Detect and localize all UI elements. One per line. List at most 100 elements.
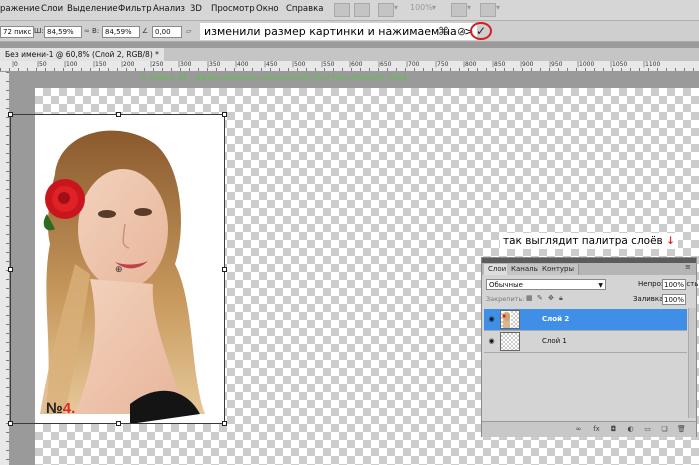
menu-image[interactable]: ражение [0, 4, 40, 14]
horizontal-ruler: |0 |50 |100 |150 |200 |250 |300 |350 |40… [0, 61, 699, 72]
new-group-icon[interactable]: ▭ [643, 425, 652, 434]
lock-transparency-icon[interactable]: ▦ [526, 294, 534, 302]
fill-field[interactable]: 100% [662, 294, 686, 305]
transform-handle-bottom-right[interactable] [222, 421, 227, 426]
ruler-label: |200 [121, 61, 135, 68]
chevron-down-icon[interactable]: ▾ [467, 3, 471, 12]
annotation-note-resize: изменили размер картинки и нажимаем на -… [200, 23, 478, 40]
chevron-down-icon[interactable]: ▾ [496, 3, 500, 12]
bridge-icon[interactable] [334, 3, 350, 17]
height-scale-field[interactable]: 84,59% [102, 26, 140, 38]
transform-handle-left[interactable] [8, 267, 13, 272]
fill-label: Заливка: [633, 295, 666, 303]
menu-3d[interactable]: 3D [190, 4, 202, 14]
extras-icon[interactable] [378, 3, 394, 17]
layer-mask-icon[interactable]: ◘ [609, 425, 618, 434]
ruler-label: |0 [12, 61, 18, 68]
screen-mode-icon[interactable] [480, 3, 496, 17]
layer-thumbnail [500, 332, 520, 351]
menu-help[interactable]: Справка [286, 4, 323, 14]
chevron-down-icon: ▼ [598, 282, 603, 289]
panel-tabs: Слои Каналы Контуры ≡ [482, 263, 696, 275]
step-digit: 4. [62, 400, 76, 417]
panel-menu-icon[interactable]: ≡ [685, 263, 691, 271]
ruler-label: |800 [463, 61, 477, 68]
ruler-label: |650 [378, 61, 392, 68]
ruler-label: |1000 [577, 61, 595, 68]
transform-handle-right[interactable] [222, 267, 227, 272]
annotation-note-layers: так выглядит палитра слоёв ↓ [500, 233, 678, 249]
commit-transform-button[interactable]: ✓ [470, 22, 492, 40]
transform-handle-bottom-left[interactable] [8, 421, 13, 426]
transform-handle-bottom[interactable] [116, 421, 121, 426]
ruler-label: |450 [264, 61, 278, 68]
link-layers-icon[interactable]: ∞ [574, 425, 583, 434]
ruler-label: |100 [64, 61, 78, 68]
rotate-angle-icon: ∠ [142, 27, 149, 35]
ruler-label: |400 [235, 61, 249, 68]
layer-name[interactable]: Слой 1 [542, 337, 567, 345]
chevron-down-icon[interactable]: ▾ [394, 3, 398, 12]
ruler-label: |350 [207, 61, 221, 68]
portrait-thumbnail-icon [502, 311, 511, 328]
x-position-field[interactable]: 72 пикс [0, 26, 34, 38]
reference-point-icon[interactable]: ⊕ [115, 265, 123, 275]
ruler-label: |300 [178, 61, 192, 68]
lock-paint-icon[interactable]: ✎ [537, 294, 545, 302]
watermark-text: © Алёна_48 - www.liveinternet.ru/users/5… [140, 73, 407, 82]
ruler-label: |1050 [610, 61, 628, 68]
tab-paths[interactable]: Контуры [538, 264, 580, 275]
checkmark-icon: ✓ [475, 24, 487, 38]
visibility-eye-icon[interactable]: ◉ [486, 315, 497, 324]
layer-row[interactable]: ◉ Слой 1 [484, 331, 687, 353]
menu-view[interactable]: Просмотр [211, 4, 255, 14]
ruler-label: |700 [406, 61, 420, 68]
blend-mode-value: Обычные [489, 281, 523, 289]
menu-window[interactable]: Окно [256, 4, 279, 14]
menu-analysis[interactable]: Анализ [153, 4, 185, 14]
layer-style-icon[interactable]: fx [592, 425, 601, 434]
document-tab[interactable]: Без имени-1 @ 60,8% (Слой 2, RGB/8) * [0, 48, 164, 61]
step-number-label: №4. [46, 400, 75, 417]
free-transform-bounding-box[interactable]: ⊕ [8, 112, 227, 426]
ruler-label: |250 [150, 61, 164, 68]
chevron-down-icon[interactable]: ▾ [432, 3, 436, 12]
menu-filter[interactable]: Фильтр [118, 4, 152, 14]
blend-mode-select[interactable]: Обычные ▼ [486, 279, 606, 290]
trash-icon[interactable]: 🗑︎ [677, 425, 686, 434]
zoom-level[interactable]: 100% [410, 3, 433, 12]
skew-icon: ▱ [186, 27, 192, 35]
opacity-field[interactable]: 100% [662, 279, 686, 290]
transform-handle-top[interactable] [116, 112, 121, 117]
panel-scrollbar[interactable] [688, 308, 696, 418]
width-scale-field[interactable]: 84,59% [44, 26, 82, 38]
note-text: так выглядит палитра слоёв [503, 235, 663, 247]
visibility-eye-icon[interactable]: ◉ [486, 337, 497, 346]
panel-bottom-toolbar: ∞ fx ◘ ◐ ▭ ❏ 🗑︎ [482, 421, 696, 437]
lock-label: Закрепить: [486, 295, 525, 303]
ruler-label: |850 [492, 61, 506, 68]
ruler-label: |500 [292, 61, 306, 68]
new-layer-icon[interactable]: ❏ [660, 425, 669, 434]
warp-mode-icon[interactable]: ⌘ [437, 25, 450, 38]
arrange-documents-icon[interactable] [451, 3, 467, 17]
lock-all-icon[interactable]: 🔒︎ [559, 294, 567, 302]
layer-name[interactable]: Слой 2 [542, 315, 569, 323]
menu-select[interactable]: Выделение [67, 4, 118, 14]
minibridge-icon[interactable] [354, 3, 370, 17]
transform-handle-top-right[interactable] [222, 112, 227, 117]
adjustment-layer-icon[interactable]: ◐ [626, 425, 635, 434]
lock-position-icon[interactable]: ✥ [548, 294, 556, 302]
cancel-transform-icon[interactable]: ⊘ [455, 25, 468, 38]
layer-row-selected[interactable]: ◉ Слой 2 [484, 309, 687, 331]
menu-layers[interactable]: Слои [41, 4, 63, 14]
rotate-angle-field[interactable]: 0,00 [152, 26, 182, 38]
link-icon[interactable]: ∞ [84, 27, 90, 35]
width-label: Ш: [34, 27, 44, 35]
transform-handle-top-left[interactable] [8, 112, 13, 117]
ruler-label: |900 [520, 61, 534, 68]
ruler-label: |550 [321, 61, 335, 68]
ruler-label: |750 [435, 61, 449, 68]
menu-bar: ражение Слои Выделение Фильтр Анализ 3D … [0, 0, 699, 21]
height-label: В: [92, 27, 100, 35]
